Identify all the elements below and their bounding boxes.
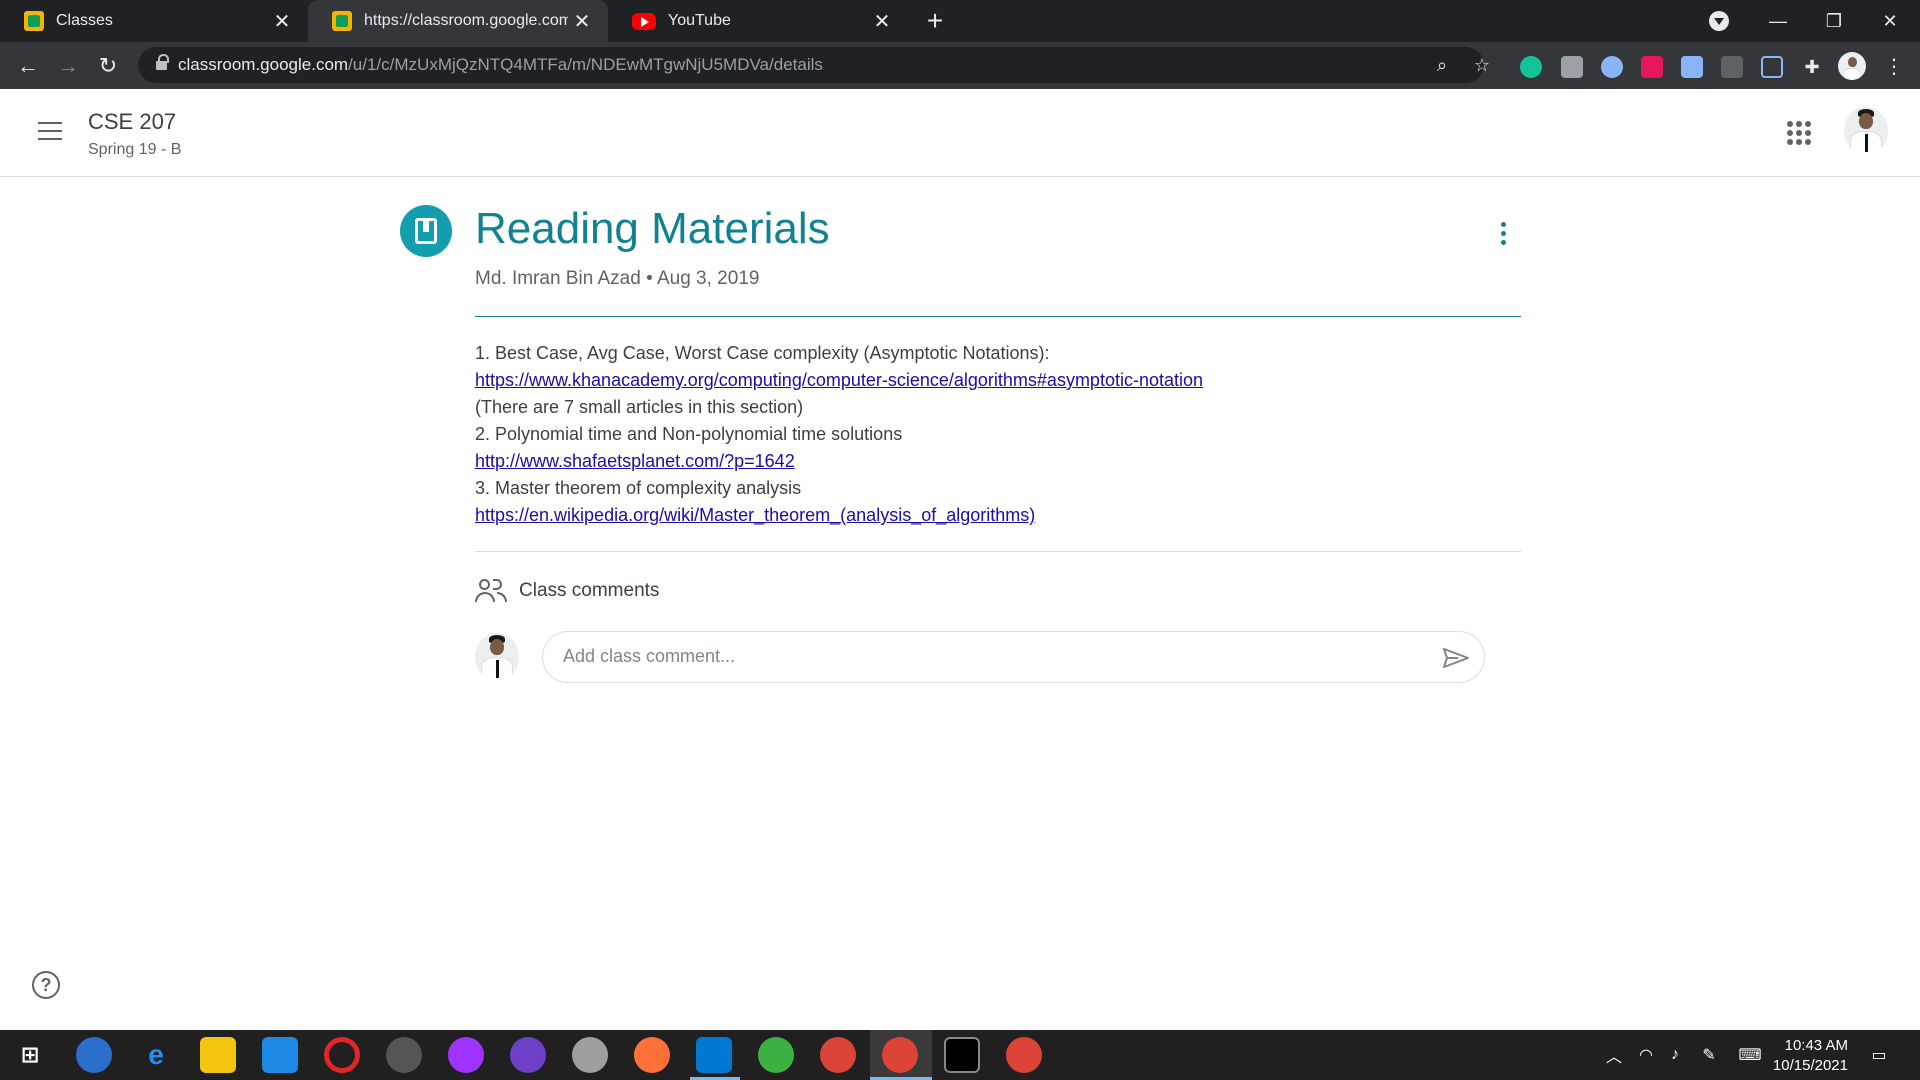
app-icon[interactable]	[386, 1037, 422, 1073]
body-line: (There are 7 small articles in this sect…	[475, 397, 804, 417]
play-extension-icon[interactable]	[1641, 56, 1663, 78]
post-title: Reading Materials	[475, 204, 830, 253]
post-author: Md. Imran Bin Azad	[475, 268, 641, 289]
tab-title: Classes	[56, 12, 113, 29]
body-line: 2. Polynomial time and Non-polynomial ti…	[475, 424, 903, 444]
terminal-icon[interactable]	[944, 1037, 980, 1073]
help-icon[interactable]: ?	[32, 971, 60, 999]
body-line: 1. Best Case, Avg Case, Worst Case compl…	[475, 343, 1050, 363]
class-comments-label: Class comments	[519, 580, 660, 601]
clock-time: 10:43 AM	[1784, 1037, 1848, 1054]
tab-classes[interactable]: Classes ✕	[0, 0, 308, 42]
clock-date: 10/15/2021	[1772, 1057, 1848, 1074]
app-icon[interactable]	[572, 1037, 608, 1073]
volume-icon[interactable]: ♪	[1664, 1044, 1686, 1066]
forward-icon[interactable]: →	[52, 50, 84, 82]
grammarly-extension-icon[interactable]	[1520, 56, 1542, 78]
close-tab-icon[interactable]: ✕	[268, 7, 296, 35]
post-meta: Md. Imran Bin Azad • Aug 3, 2019	[475, 268, 759, 290]
body-divider	[475, 551, 1521, 552]
close-window-icon[interactable]: ✕	[1862, 0, 1918, 42]
app-icon[interactable]	[758, 1037, 794, 1073]
classroom-icon	[24, 11, 44, 31]
windows-start-icon[interactable]: ⊞	[12, 1037, 48, 1073]
messenger-icon[interactable]	[448, 1037, 484, 1073]
chrome-icon[interactable]	[1006, 1037, 1042, 1073]
browser-tab-strip: Classes ✕ https://classroom.google.com/u…	[0, 0, 1920, 42]
comment-box[interactable]	[542, 631, 1485, 683]
wikipedia-link[interactable]: https://en.wikipedia.org/wiki/Master_the…	[475, 502, 1203, 529]
download-extension-icon[interactable]	[1681, 56, 1703, 78]
chrome-icon[interactable]	[820, 1037, 856, 1073]
address-bar[interactable]: classroom.google.com/u/1/c/MzUxMjQzNTQ4M…	[138, 47, 1490, 83]
bookmark-star-icon[interactable]: ☆	[1472, 55, 1492, 75]
minimize-icon[interactable]: —	[1750, 0, 1806, 42]
extension-icon[interactable]	[1601, 56, 1623, 78]
body-line: 3. Master theorem of complexity analysis	[475, 478, 802, 498]
meta-separator: •	[646, 268, 653, 289]
file-explorer-icon[interactable]	[200, 1037, 236, 1073]
chrome-menu-icon[interactable]: ⋮	[1878, 50, 1910, 82]
wifi-icon[interactable]: ◠	[1635, 1044, 1657, 1066]
app-icon[interactable]	[76, 1037, 112, 1073]
title-divider	[475, 316, 1521, 317]
classroom-header: CSE 207 Spring 19 - B	[0, 89, 1920, 177]
windows-taskbar: ⊞ e ︿ ◠ ♪ ✎ ⌨ 10:43 AM 10/15/2021 ▭	[0, 1030, 1920, 1080]
firefox-icon[interactable]	[634, 1037, 670, 1073]
close-tab-icon[interactable]: ✕	[568, 7, 596, 35]
edge-icon[interactable]: e	[138, 1037, 174, 1073]
taskbar-clock[interactable]: 10:43 AM 10/15/2021	[1766, 1036, 1848, 1076]
url-text[interactable]: classroom.google.com/u/1/c/MzUxMjQzNTQ4M…	[178, 55, 823, 75]
commenter-avatar	[475, 633, 519, 681]
class-title[interactable]: CSE 207	[88, 109, 176, 135]
pen-icon[interactable]: ✎	[1698, 1044, 1720, 1066]
shafaetsplanet-link[interactable]: http://www.shafaetsplanet.com/?p=1642	[475, 448, 1203, 475]
send-icon[interactable]	[1442, 647, 1470, 669]
tab-search-icon[interactable]	[1709, 11, 1729, 31]
khanacademy-link[interactable]: https://www.khanacademy.org/computing/co…	[475, 367, 1203, 394]
new-tab-button[interactable]: +	[920, 5, 950, 36]
post-date: Aug 3, 2019	[656, 268, 760, 289]
account-avatar[interactable]	[1844, 107, 1888, 155]
back-icon[interactable]: ←	[12, 50, 44, 82]
close-tab-icon[interactable]: ✕	[868, 7, 896, 35]
main-menu-icon[interactable]	[38, 122, 62, 140]
class-section: Spring 19 - B	[88, 141, 182, 158]
tab-youtube[interactable]: YouTube ✕	[608, 0, 908, 42]
keyboard-icon[interactable]: ⌨	[1735, 1044, 1765, 1066]
pen-extension-icon[interactable]	[1761, 56, 1783, 78]
classroom-icon	[332, 11, 352, 31]
url-path: /u/1/c/MzUxMjQzNTQ4MTFa/m/NDEwMTgwNjU5MD…	[348, 55, 823, 74]
opera-icon[interactable]	[324, 1037, 360, 1073]
more-options-icon[interactable]	[1490, 219, 1516, 249]
class-comment-input[interactable]	[563, 646, 1423, 667]
extension-icon[interactable]	[1721, 56, 1743, 78]
tab-classroom-details[interactable]: https://classroom.google.com/u/ ✕	[308, 0, 608, 42]
material-icon	[400, 205, 452, 257]
puzzle-extensions-icon[interactable]: ✚	[1801, 56, 1823, 78]
zoom-icon[interactable]: ⌕	[1432, 55, 1452, 75]
vscode-icon[interactable]	[696, 1037, 732, 1073]
mail-icon[interactable]	[262, 1037, 298, 1073]
reload-icon[interactable]: ↻	[92, 50, 124, 82]
youtube-icon	[632, 12, 656, 30]
tab-title: YouTube	[668, 12, 731, 29]
browser-toolbar: ← → ↻ classroom.google.com/u/1/c/MzUxMjQ…	[0, 42, 1920, 89]
restore-icon[interactable]: ❐	[1806, 0, 1862, 42]
url-host: classroom.google.com	[178, 55, 349, 74]
notifications-icon[interactable]: ▭	[1868, 1044, 1890, 1066]
tab-title: https://classroom.google.com/u/	[364, 12, 568, 29]
lock-icon[interactable]	[156, 54, 169, 71]
chevron-up-icon[interactable]: ︿	[1603, 1044, 1625, 1066]
post-body: 1. Best Case, Avg Case, Worst Case compl…	[475, 340, 1203, 529]
people-icon	[475, 577, 507, 603]
browser-profile-avatar[interactable]	[1838, 52, 1866, 80]
google-apps-icon[interactable]	[1787, 121, 1811, 145]
github-icon[interactable]	[510, 1037, 546, 1073]
chrome-icon[interactable]	[882, 1037, 918, 1073]
camera-extension-icon[interactable]	[1561, 56, 1583, 78]
